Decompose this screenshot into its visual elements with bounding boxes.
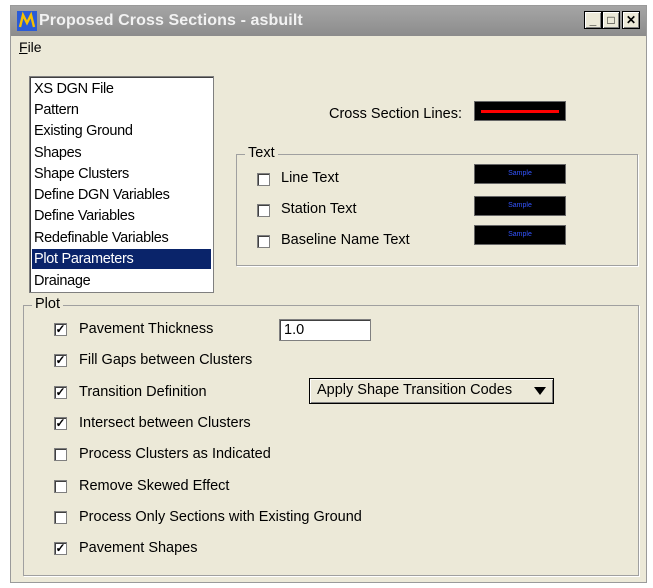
station-text-checkbox[interactable] [257,204,270,217]
cross-section-lines-color-button[interactable] [474,101,566,121]
list-item[interactable]: Define Variables [32,206,211,226]
title-bar[interactable]: Proposed Cross Sections - asbuilt _ □ ✕ [11,6,646,36]
menu-file[interactable]: File [19,39,42,55]
list-item[interactable]: Existing Ground [32,121,211,141]
line-text-label: Line Text [281,170,339,186]
pavement-thickness-label: Pavement Thickness [79,321,214,337]
list-item[interactable]: Pattern [32,100,211,120]
baseline-name-text-symbology-button[interactable]: Sample [474,225,566,245]
dialog-window: Proposed Cross Sections - asbuilt _ □ ✕ … [10,5,647,583]
pavement-shapes-checkbox[interactable]: ✓ [54,542,67,555]
list-item[interactable]: Define DGN Variables [32,185,211,205]
existing-ground-only-label: Process Only Sections with Existing Grou… [79,509,362,525]
text-group-title: Text [245,145,278,161]
list-item[interactable]: XS DGN File [32,79,211,99]
menu-file-rest: ile [27,39,42,55]
maximize-button[interactable]: □ [602,11,620,29]
pavement-shapes-label: Pavement Shapes [79,540,198,556]
station-text-symbology-button[interactable]: Sample [474,196,566,216]
close-button[interactable]: ✕ [622,11,640,29]
plot-group-title: Plot [32,296,63,312]
minimize-button[interactable]: _ [584,11,602,29]
red-line-sample [481,110,559,113]
plot-group [23,305,639,576]
baseline-name-text-checkbox[interactable] [257,235,270,248]
list-item[interactable]: Shape Clusters [32,164,211,184]
process-clusters-label: Process Clusters as Indicated [79,446,271,462]
line-text-checkbox[interactable] [257,173,270,186]
remove-skewed-checkbox[interactable] [54,480,67,493]
category-list[interactable]: XS DGN File Pattern Existing Ground Shap… [29,76,214,293]
window-title: Proposed Cross Sections - asbuilt [39,12,303,29]
transition-codes-dropdown[interactable]: Apply Shape Transition Codes [309,378,554,404]
pavement-thickness-input[interactable]: 1.0 [279,319,371,341]
cross-section-lines-label: Cross Section Lines: [329,106,462,122]
list-item[interactable]: Shapes [32,143,211,163]
intersect-clusters-checkbox[interactable]: ✓ [54,417,67,430]
microstation-icon [17,11,37,31]
dropdown-arrow-icon [534,387,546,395]
fill-gaps-label: Fill Gaps between Clusters [79,352,253,368]
transition-definition-label: Transition Definition [79,384,207,400]
sample-text: Sample [508,202,532,209]
line-text-symbology-button[interactable]: Sample [474,164,566,184]
remove-skewed-label: Remove Skewed Effect [79,478,230,494]
list-item-selected[interactable]: Plot Parameters [32,249,211,269]
fill-gaps-checkbox[interactable]: ✓ [54,354,67,367]
sample-text: Sample [508,231,532,238]
list-item[interactable]: Drainage [32,271,211,291]
transition-codes-value: Apply Shape Transition Codes [317,382,513,398]
existing-ground-only-checkbox[interactable] [54,511,67,524]
baseline-name-text-label: Baseline Name Text [281,232,410,248]
menu-bar: File [11,36,646,58]
process-clusters-checkbox[interactable] [54,448,67,461]
menu-file-accelerator: F [19,39,28,55]
intersect-clusters-label: Intersect between Clusters [79,415,251,431]
list-item[interactable]: Redefinable Variables [32,228,211,248]
station-text-label: Station Text [281,201,357,217]
sample-text: Sample [508,170,532,177]
pavement-thickness-checkbox[interactable]: ✓ [54,323,67,336]
transition-definition-checkbox[interactable]: ✓ [54,386,67,399]
